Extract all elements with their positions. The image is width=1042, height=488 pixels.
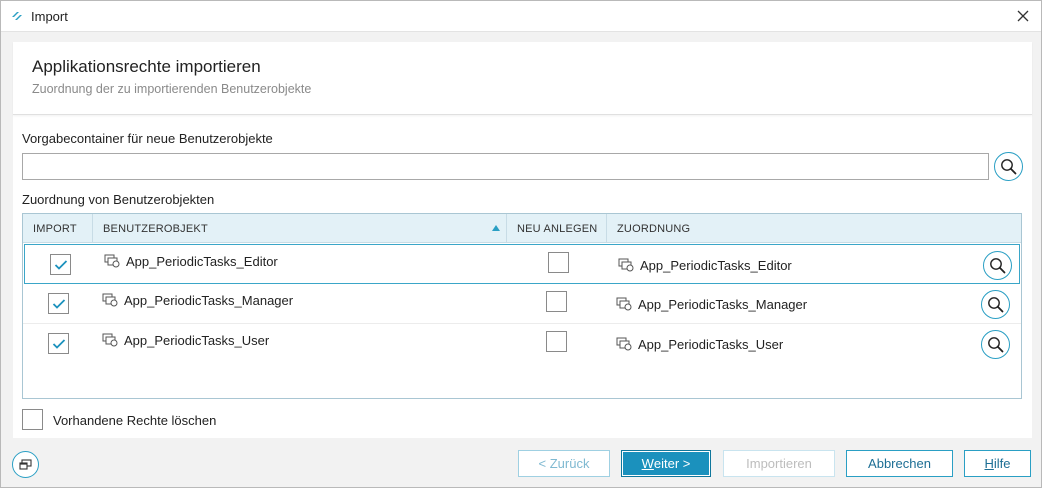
sort-ascending-icon: [492, 225, 500, 231]
assignment-grid: IMPORT BENUTZEROBJEKT NEU ANLEGEN ZUORDN…: [22, 213, 1022, 399]
mapping-name: App_PeriodicTasks_User: [638, 337, 784, 352]
user-object-icon: [616, 297, 632, 311]
mapping-name: App_PeriodicTasks_Editor: [640, 258, 792, 273]
column-header-object[interactable]: BENUTZEROBJEKT: [93, 214, 507, 243]
close-icon: [1017, 10, 1029, 22]
window-mode-icon: [19, 459, 32, 470]
assignment-label: Zuordnung von Benutzerobjekten: [22, 192, 215, 207]
column-header-import[interactable]: IMPORT: [23, 214, 93, 243]
create-new-checkbox[interactable]: [548, 252, 569, 273]
grid-header: IMPORT BENUTZEROBJEKT NEU ANLEGEN ZUORDN…: [23, 214, 1021, 243]
import-dialog: Import Applikationsrechte importieren Zu…: [0, 0, 1042, 488]
create-new-checkbox[interactable]: [546, 331, 567, 352]
next-button-mnemonic: W: [641, 456, 654, 471]
window-title: Import: [31, 9, 68, 24]
column-header-new[interactable]: NEU ANLEGEN: [507, 214, 607, 243]
close-button[interactable]: [1011, 5, 1035, 27]
user-object-icon: [616, 337, 632, 351]
cancel-button[interactable]: Abbrechen: [846, 450, 953, 477]
user-object-icon: [102, 333, 118, 347]
search-icon: [1001, 159, 1017, 175]
help-button[interactable]: Hilfe: [964, 450, 1031, 477]
help-button-label: ilfe: [993, 456, 1011, 471]
import-checkbox[interactable]: [48, 333, 69, 354]
help-button-mnemonic: H: [984, 456, 994, 471]
delete-existing-rights-label: Vorhandene Rechte löschen: [53, 413, 217, 428]
table-row[interactable]: App_PeriodicTasks_Editor App_PeriodicTas…: [24, 244, 1020, 284]
create-new-checkbox[interactable]: [546, 291, 567, 312]
page-title: Applikationsrechte importieren: [32, 57, 261, 76]
wizard-content: Applikationsrechte importieren Zuordnung…: [13, 42, 1032, 438]
search-icon: [988, 337, 1004, 353]
mapping-search-button[interactable]: [981, 330, 1010, 359]
search-icon: [988, 297, 1004, 313]
mapping-search-button[interactable]: [981, 290, 1010, 319]
check-icon: [52, 338, 65, 349]
default-container-label: Vorgabecontainer für neue Benutzerobjekt…: [22, 131, 273, 146]
check-icon: [54, 259, 67, 270]
table-row[interactable]: App_PeriodicTasks_User App_PeriodicTasks…: [23, 324, 1021, 364]
mapping-search-button[interactable]: [983, 251, 1012, 280]
next-button-label: eiter >: [653, 456, 691, 471]
user-object-name: App_PeriodicTasks_User: [124, 333, 270, 348]
user-object-icon: [102, 293, 118, 307]
default-container-input[interactable]: [22, 153, 989, 180]
import-checkbox[interactable]: [48, 293, 69, 314]
window-mode-button[interactable]: [12, 451, 39, 478]
mapping-name: App_PeriodicTasks_Manager: [638, 297, 808, 312]
user-object-icon: [104, 254, 120, 268]
back-button[interactable]: < Zurück: [518, 450, 610, 477]
title-bar: Import: [1, 1, 1041, 32]
user-object-name: App_PeriodicTasks_Manager: [124, 293, 294, 308]
table-row[interactable]: App_PeriodicTasks_Manager App_PeriodicTa…: [23, 284, 1021, 324]
check-icon: [52, 298, 65, 309]
next-button[interactable]: Weiter >: [621, 450, 711, 477]
user-object-name: App_PeriodicTasks_Editor: [126, 254, 278, 269]
delete-existing-rights-checkbox[interactable]: [22, 409, 43, 430]
app-logo-icon: [12, 12, 22, 20]
container-search-button[interactable]: [994, 152, 1023, 181]
column-header-mapping[interactable]: ZUORDNUNG: [607, 214, 1021, 243]
page-subtitle: Zuordnung der zu importierenden Benutzer…: [32, 82, 312, 96]
wizard-header: Applikationsrechte importieren Zuordnung…: [13, 42, 1032, 115]
import-button[interactable]: Importieren: [723, 450, 835, 477]
user-object-icon: [618, 258, 634, 272]
import-checkbox[interactable]: [50, 254, 71, 275]
search-icon: [990, 258, 1006, 274]
column-header-object-label: BENUTZEROBJEKT: [103, 222, 208, 235]
